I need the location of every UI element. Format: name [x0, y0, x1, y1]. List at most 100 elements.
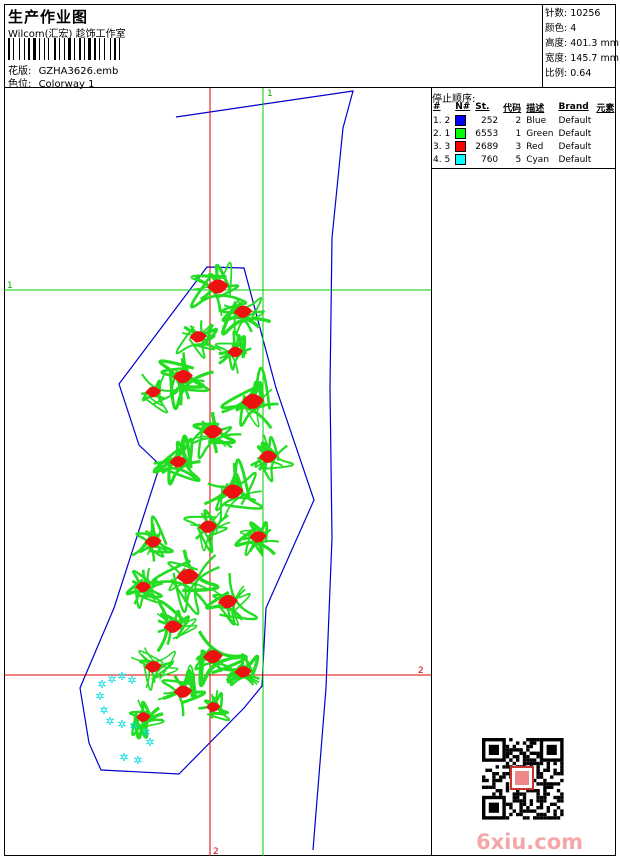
qr-module [499, 778, 503, 783]
qr-module [533, 738, 537, 742]
qr-module [539, 775, 544, 779]
green-stitch [220, 386, 273, 430]
qr-module [546, 782, 550, 786]
qr-module [522, 816, 527, 820]
qr-module [533, 816, 537, 820]
qr-module [539, 799, 544, 803]
col-header-element: 元素 [596, 103, 615, 114]
qr-module [560, 795, 564, 800]
stop-row-swatch [454, 114, 474, 127]
stop-row: 1. 2 252 2 Blue Default [432, 114, 618, 127]
qr-module [560, 761, 564, 766]
stop-sequence-table: # N# St. 代码 描述 Brand 元素 1. 2 252 2 Blue Defa… [432, 100, 618, 166]
stop-table-header: # N# St. 代码 描述 Brand 元素 [432, 100, 618, 114]
qr-module [543, 792, 547, 796]
stop-row: 3. 3 2689 3 Red Default [432, 140, 618, 153]
qr-module [505, 789, 510, 793]
stop-row-stitches: 2689 [475, 141, 499, 152]
seal-stamp [510, 766, 534, 790]
qr-module [539, 812, 544, 817]
qr-module [536, 761, 540, 766]
cyan-star-stitch: ✲ [127, 674, 136, 687]
qr-module [529, 758, 533, 762]
cyan-star-stitch: ✲ [133, 754, 142, 767]
col-header-stitches: St. [475, 102, 490, 112]
qr-module [556, 816, 561, 820]
qr-module [560, 772, 564, 776]
qr-module [550, 782, 554, 786]
qr-module [522, 792, 527, 796]
qr-module [546, 785, 550, 789]
stop-row-element [595, 114, 618, 127]
qr-module [536, 738, 540, 742]
stop-row-code: 1 [515, 128, 522, 139]
qr-module [522, 761, 527, 766]
stop-sequence-panel: 停止顺序: # N# St. 代码 描述 Brand 元素 1. 2 252 2 Bl… [432, 88, 616, 856]
qr-module [529, 741, 533, 745]
stop-row-code: 5 [515, 154, 522, 165]
qr-module [488, 785, 493, 789]
qr-module [539, 782, 544, 786]
qr-code[interactable] [482, 738, 564, 820]
qr-module [516, 748, 520, 752]
qr-module [526, 738, 530, 742]
qr-module [485, 785, 489, 789]
qr-module [556, 799, 561, 803]
qr-module [543, 785, 547, 789]
embroidery-preview: 1 1 2 2 ✲ ✲ ✲ ✲✲✲✲ ✲ ✲ ✲✲✲ ✲ [4, 88, 431, 856]
stat-stitches: 针数: 10256 [545, 8, 601, 19]
qr-module [516, 795, 520, 800]
qr-module [505, 782, 510, 786]
qr-module [553, 782, 557, 786]
qr-module [556, 772, 561, 776]
design-canvas[interactable]: 1 1 2 2 ✲ ✲ ✲ ✲ ✲ ✲ ✲ ✲ ✲ ✲ ✲ ✲ ✲ [4, 88, 432, 856]
qr-module [482, 785, 486, 789]
qr-module [533, 809, 537, 813]
qr-module [522, 751, 527, 755]
qr-module [522, 802, 527, 806]
stat-colors: 颜色: 4 [545, 23, 577, 34]
qr-module [560, 765, 564, 769]
qr-module [495, 772, 499, 776]
qr-module [529, 738, 533, 742]
qr-module [536, 806, 540, 810]
qr-module [488, 768, 493, 772]
qr-module [539, 772, 544, 776]
color-swatch [455, 128, 467, 139]
stop-row-description: Cyan [526, 154, 550, 165]
qr-module [553, 812, 557, 817]
qr-module [505, 761, 510, 766]
qr-module [546, 761, 550, 766]
red-stitch [173, 685, 193, 698]
qr-module [519, 792, 523, 796]
qr-module [505, 802, 510, 806]
qr-module [560, 792, 564, 796]
qr-module [529, 802, 533, 806]
qr-module [505, 744, 510, 749]
stop-row-index: 4. 5 [433, 154, 451, 165]
qr-module [522, 758, 527, 762]
qr-module [543, 778, 547, 783]
qr-module [533, 751, 537, 755]
qr-module [499, 792, 503, 796]
qr-module [488, 802, 499, 813]
qr-module [536, 799, 540, 803]
stop-row-element [595, 127, 618, 140]
qr-module [543, 816, 547, 820]
cyan-star-stitch: ✲ [107, 673, 116, 686]
red-stitch [176, 569, 199, 584]
qr-module [519, 806, 523, 810]
qr-module [522, 795, 527, 800]
qr-module [550, 785, 554, 789]
qr-module [533, 758, 537, 762]
col-header-index: # [433, 102, 441, 112]
qr-module [495, 778, 499, 783]
qr-module [553, 772, 557, 776]
qr-module [505, 755, 510, 759]
qr-module [512, 761, 516, 766]
qr-module [522, 799, 527, 803]
qr-module [529, 744, 533, 749]
qr-module [546, 816, 550, 820]
guide-label-green-top: 1 [267, 89, 273, 99]
qr-module [492, 785, 496, 789]
